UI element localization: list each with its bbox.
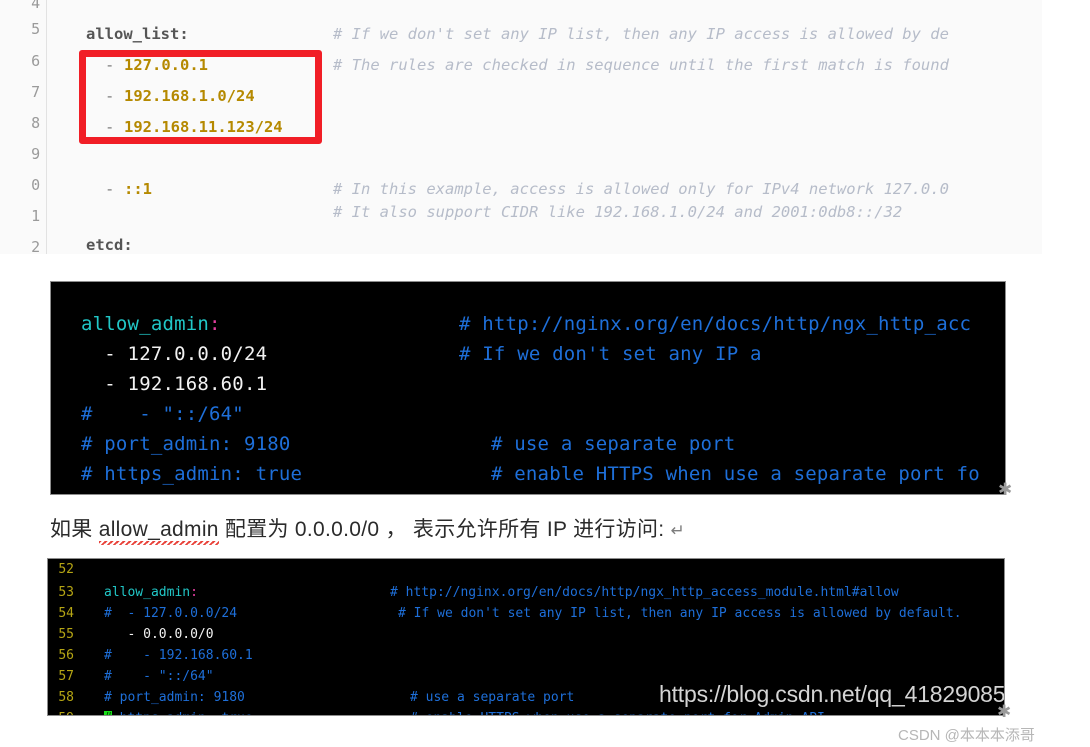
- line-number: 5: [31, 20, 40, 38]
- terminal-code-line: # - "::/64": [81, 403, 244, 425]
- terminal-code-line: - 127.0.0.0/24: [81, 343, 268, 365]
- code-token-allow-list-key: allow_list:: [86, 25, 189, 43]
- terminal-comment: # use a separate port: [491, 433, 736, 455]
- code-token-etcd-key: etcd:: [86, 236, 133, 254]
- code-area: allow_list: # If we don't set any IP lis…: [48, 0, 1042, 254]
- list-dash: -: [105, 87, 115, 105]
- terminal-comment: # http://nginx.org/en/docs/http/ngx_http…: [390, 585, 899, 600]
- watermark-url: https://blog.csdn.net/qq_41829085: [659, 681, 1005, 707]
- terminal-code-text: https_admin: true: [112, 711, 253, 715]
- line-number-gutter: 4 5 6 7 8 9 0 1 2: [0, 0, 47, 254]
- pilcrow-icon: ↵: [670, 521, 686, 540]
- terminal-code-line: allow_admin:: [104, 583, 198, 602]
- allow-admin-dark-terminal: allow_admin: # http://nginx.org/en/docs/…: [50, 281, 1006, 495]
- terminal-code-line: allow_admin:: [81, 309, 221, 339]
- watermark-credit: CSDN @本本本添哥: [898, 727, 1035, 744]
- line-number: 8: [31, 114, 40, 132]
- allow-list-entry: 127.0.0.1: [124, 56, 208, 74]
- terminal-comment: # http://nginx.org/en/docs/http/ngx_http…: [459, 313, 972, 335]
- yaml-key: allow_admin: [104, 585, 191, 600]
- caption-prefix: 如果: [50, 518, 99, 541]
- line-number: 53: [58, 585, 74, 600]
- line-number: 58: [58, 690, 74, 705]
- line-number: 54: [58, 606, 74, 621]
- allow-list-entry: 192.168.11.123/24: [124, 118, 283, 136]
- terminal-code-line: # - 192.168.60.1: [104, 648, 253, 663]
- line-number: 4: [31, 0, 40, 12]
- terminal-code-line: # https_admin: true: [104, 709, 253, 715]
- terminal-comment: # use a separate port: [410, 690, 575, 705]
- text-cursor-block: #: [104, 711, 112, 715]
- terminal-comment: # If we don't set any IP a: [459, 343, 762, 365]
- terminal-comment: # enable HTTPS when use a separate port …: [491, 463, 980, 485]
- line-number: 9: [31, 145, 40, 163]
- apisix-config-light-screenshot: 4 5 6 7 8 9 0 1 2 allow_list: # If we do…: [0, 0, 1042, 254]
- line-number: 57: [58, 669, 74, 684]
- terminal-code-line: # - "::/64": [104, 669, 214, 684]
- code-comment: # It also support CIDR like 192.168.1.0/…: [333, 203, 903, 221]
- line-number: 7: [31, 83, 40, 101]
- list-dash: -: [105, 56, 115, 74]
- yaml-key: allow_admin: [81, 313, 210, 335]
- allow-admin-0000-dark-terminal: 52 53 54 55 56 57 58 59 allow_admin: # h…: [47, 558, 1005, 716]
- yaml-colon: :: [209, 313, 221, 335]
- code-comment: # If we don't set any IP list, then any …: [333, 25, 949, 43]
- mouse-pointer-icon: ✱: [998, 480, 1013, 499]
- list-dash: -: [105, 180, 115, 198]
- caption-code-term: allow_admin: [98, 518, 219, 545]
- terminal-code-line: # port_admin: 9180: [81, 433, 291, 455]
- allow-list-entry: 192.168.1.0/24: [124, 87, 255, 105]
- terminal-code-line: # port_admin: 9180: [104, 690, 245, 705]
- line-number: 1: [31, 207, 40, 225]
- terminal-comment: # Admin API will run of /admin-api-pre: [491, 487, 933, 494]
- terminal-comment: # enable HTTPS when use a separate port …: [410, 709, 833, 715]
- terminal-code-line: # https_admin: true: [81, 463, 303, 485]
- terminal-code-line: # - 127.0.0.0/24: [104, 606, 238, 621]
- line-number: 56: [58, 648, 74, 663]
- allow-list-entry: ::1: [124, 180, 152, 198]
- terminal-code-line: - 192.168.60.1: [81, 373, 268, 395]
- caption-middle: 配置为 0.0.0.0/0 ， 表示允许所有 IP 进行访问:: [218, 518, 671, 541]
- line-number-gutter: 52 53 54 55 56 57 58 59: [48, 559, 77, 715]
- terminal-comment: # If we don't set any IP list, then any …: [398, 606, 962, 621]
- line-number: 59: [48, 709, 74, 715]
- mouse-pointer-icon: ✱: [997, 702, 1012, 721]
- screenshot-page: 4 5 6 7 8 9 0 1 2 allow_list: # If we do…: [0, 0, 1090, 747]
- line-number: 6: [31, 52, 40, 70]
- list-dash: -: [105, 118, 115, 136]
- terminal-code-line: - 0.0.0.0/0: [104, 627, 214, 642]
- line-number: 55: [58, 627, 74, 642]
- code-comment: # The rules are checked in sequence unti…: [333, 56, 949, 74]
- yaml-colon: :: [190, 585, 198, 600]
- line-number: 52: [58, 562, 74, 577]
- line-number: 0: [31, 176, 40, 194]
- line-number: 2: [31, 238, 40, 254]
- chinese-explanation-line: 如果 allow_admin 配置为 0.0.0.0/0 ， 表示允许所有 IP…: [50, 513, 686, 545]
